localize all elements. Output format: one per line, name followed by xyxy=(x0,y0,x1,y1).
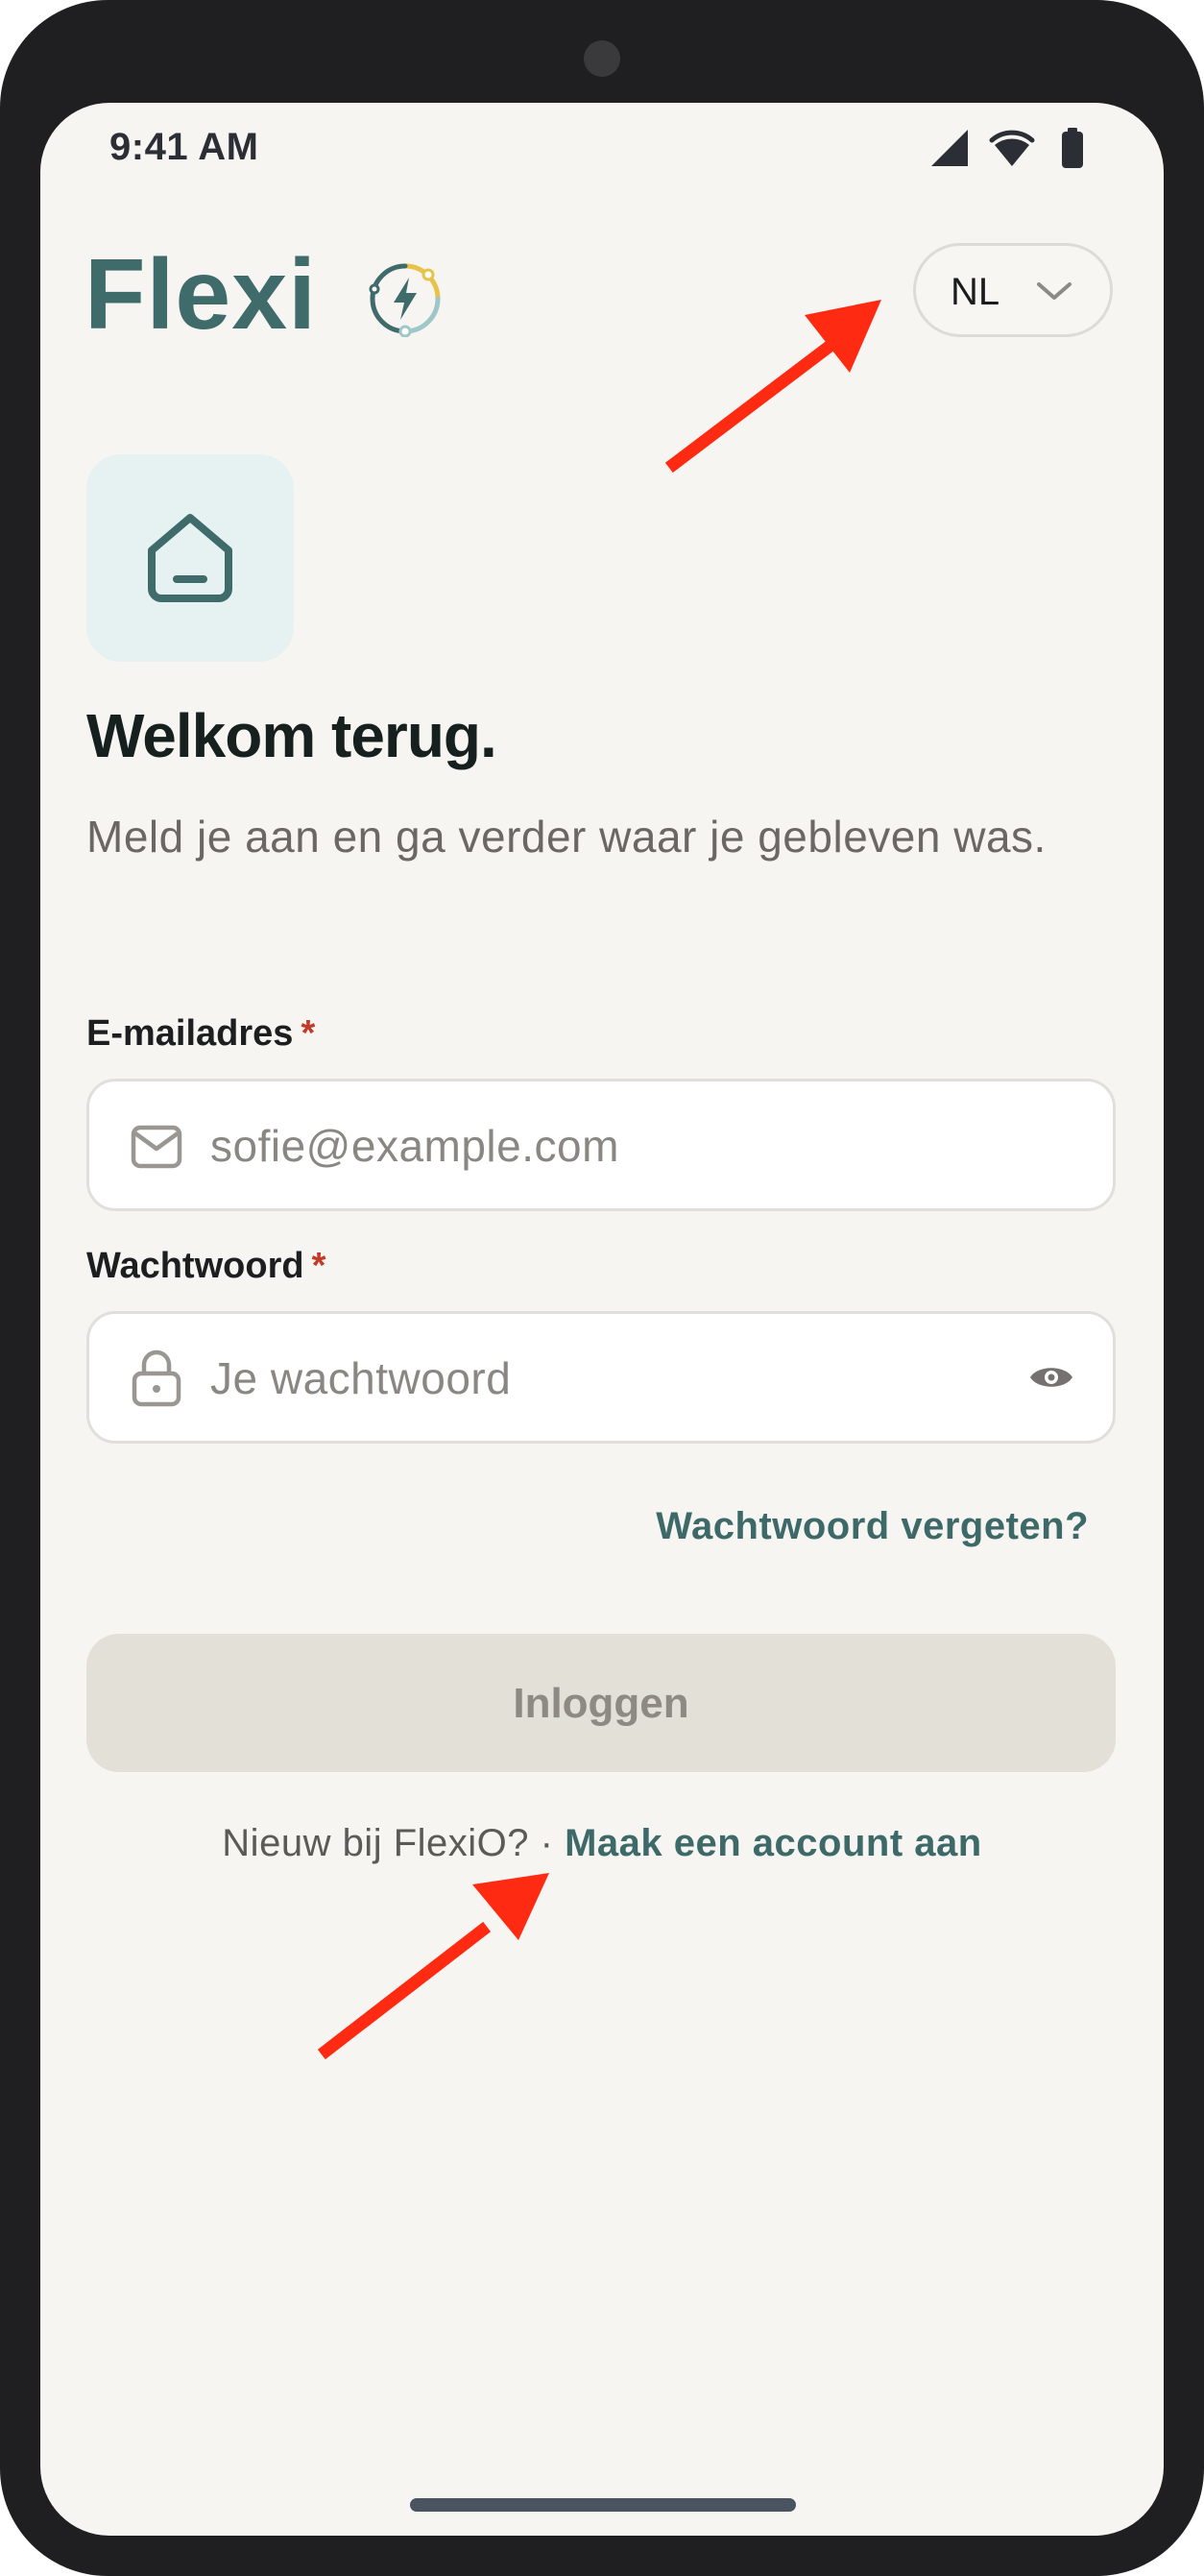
chevron-down-icon xyxy=(1037,282,1072,300)
email-label: E-mailadres * xyxy=(86,1013,315,1055)
signup-prompt-text: Nieuw bij FlexiO? · xyxy=(222,1822,554,1864)
page-subtitle: Meld je aan en ga verder waar je gebleve… xyxy=(86,812,1047,862)
wifi-icon xyxy=(989,130,1035,166)
login-button-label: Inloggen xyxy=(513,1680,689,1727)
email-label-text: E-mailadres xyxy=(86,1013,294,1054)
email-field[interactable]: sofie@example.com xyxy=(86,1079,1116,1211)
required-marker: * xyxy=(311,1246,326,1286)
password-label-text: Wachtwoord xyxy=(86,1246,304,1286)
status-time: 9:41 AM xyxy=(109,126,259,168)
bolt-circle-icon xyxy=(369,263,441,337)
password-field[interactable]: Je wachtwoord xyxy=(86,1311,1116,1444)
email-placeholder: sofie@example.com xyxy=(210,1121,619,1171)
login-button[interactable]: Inloggen xyxy=(86,1634,1116,1772)
lock-icon xyxy=(132,1349,181,1407)
home-icon xyxy=(148,514,232,602)
status-icons xyxy=(929,128,1093,170)
signup-prompt: Nieuw bij FlexiO? · Maak een account aan xyxy=(40,1822,1164,1865)
logo-wordmark: Flexi xyxy=(84,239,317,351)
create-account-link[interactable]: Maak een account aan xyxy=(565,1822,982,1864)
battery-icon xyxy=(1062,128,1083,168)
password-label: Wachtwoord * xyxy=(86,1246,325,1287)
page-title: Welkom terug. xyxy=(86,701,497,770)
mail-icon xyxy=(131,1125,182,1169)
password-placeholder: Je wachtwoord xyxy=(210,1353,512,1403)
language-selector[interactable]: NL xyxy=(913,243,1113,337)
cellular-icon xyxy=(931,130,968,166)
home-indicator[interactable] xyxy=(410,2498,796,2512)
required-marker: * xyxy=(301,1013,316,1054)
app-screen: 9:41 AM Flexi NL Welkom terug. Meld je a… xyxy=(40,103,1164,2536)
phone-frame: 9:41 AM Flexi NL Welkom terug. Meld je a… xyxy=(0,0,1204,2576)
eye-icon[interactable] xyxy=(1028,1360,1074,1395)
hero-icon-tile xyxy=(86,454,294,662)
front-camera xyxy=(584,40,620,77)
language-selected: NL xyxy=(951,271,1000,313)
forgot-password-link[interactable]: Wachtwoord vergeten? xyxy=(656,1505,1089,1548)
